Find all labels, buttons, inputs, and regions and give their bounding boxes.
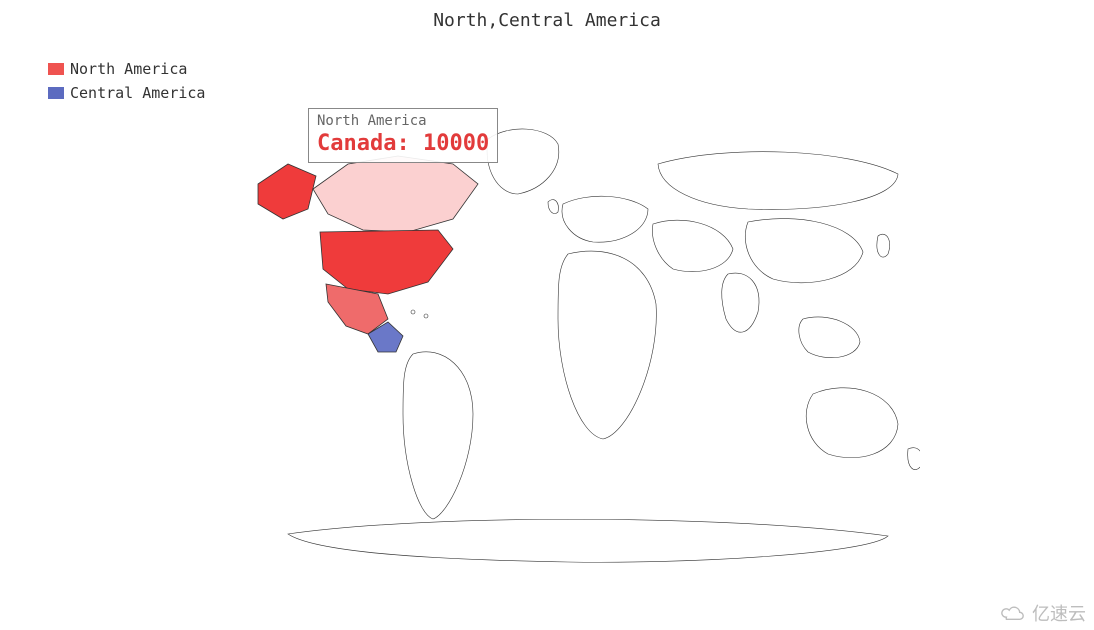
- watermark: 亿速云: [998, 600, 1086, 626]
- watermark-text: 亿速云: [1032, 600, 1086, 626]
- region-alaska[interactable]: [258, 164, 316, 219]
- region-usa[interactable]: [320, 230, 453, 294]
- chart-title: North,Central America: [0, 10, 1094, 31]
- legend-label: Central America: [70, 82, 205, 104]
- tooltip-value: Canada: 10000: [317, 131, 489, 156]
- legend-swatch-icon: [48, 63, 64, 75]
- region-canada[interactable]: [313, 156, 478, 232]
- cloud-icon: [998, 604, 1026, 622]
- tooltip: North America Canada: 10000: [308, 108, 498, 163]
- legend-item-central-america[interactable]: Central America: [48, 82, 205, 104]
- legend: North America Central America: [48, 58, 205, 106]
- legend-item-north-america[interactable]: North America: [48, 58, 205, 80]
- tooltip-series: North America: [317, 113, 489, 129]
- legend-label: North America: [70, 58, 187, 80]
- legend-swatch-icon: [48, 87, 64, 99]
